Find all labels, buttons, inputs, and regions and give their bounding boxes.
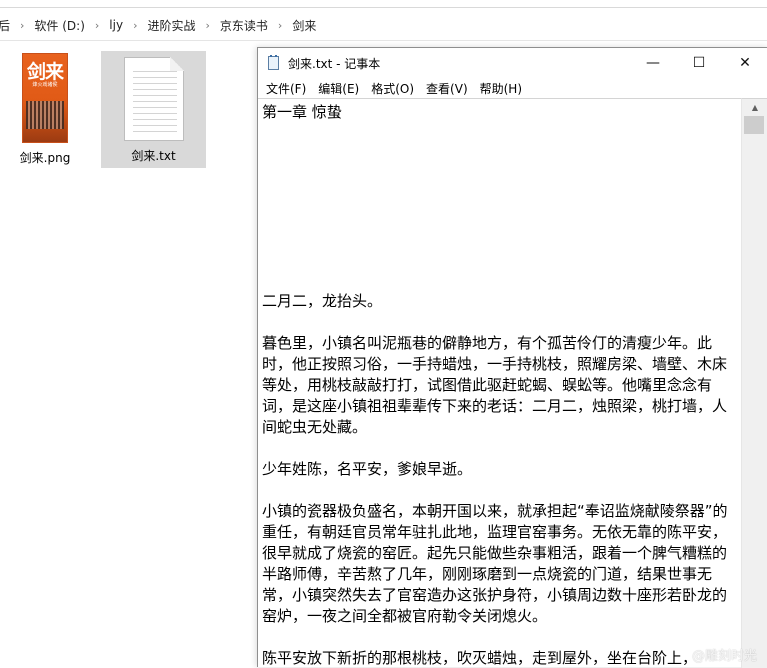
cover-subtitle: 烽火戏诸侯 bbox=[32, 82, 58, 88]
file-item-png[interactable]: 剑来 烽火戏诸侯 剑来.png bbox=[8, 53, 82, 168]
cover-title: 剑来 bbox=[26, 61, 64, 83]
image-file-icon: 剑来 烽火戏诸侯 bbox=[22, 53, 68, 143]
breadcrumb-partial[interactable]: 后 bbox=[0, 17, 14, 34]
menu-view[interactable]: 查看(V) bbox=[420, 80, 474, 97]
menu-file[interactable]: 文件(F) bbox=[260, 80, 312, 97]
scroll-thumb[interactable] bbox=[744, 116, 764, 134]
menu-bar: 文件(F) 编辑(E) 格式(O) 查看(V) 帮助(H) bbox=[258, 78, 767, 98]
text-paragraph: 暮色里，小镇名叫泥瓶巷的僻静地方，有个孤苦伶仃的清瘦少年。此时，他正按照习俗，一… bbox=[262, 334, 728, 436]
notepad-titlebar[interactable]: 剑来.txt - 记事本 — ☐ ✕ bbox=[258, 48, 767, 78]
chevron-right-icon: › bbox=[94, 18, 100, 32]
file-item-txt[interactable]: 剑来.txt bbox=[101, 51, 206, 168]
chevron-right-icon: › bbox=[133, 18, 138, 32]
explorer-address-bar[interactable]: 后 › 软件 (D:) › ljy › 进阶实战 › 京东读书 › 剑来 bbox=[0, 10, 767, 41]
text-line: 陈平安放下新折的那根桃枝，吹灭蜡烛，走到屋外，坐在台阶上， bbox=[262, 649, 698, 667]
chevron-right-icon: › bbox=[277, 18, 283, 32]
vertical-scrollbar[interactable]: ▲ bbox=[741, 98, 767, 668]
text-line: 少年姓陈，名平安，爹娘早逝。 bbox=[262, 460, 473, 478]
notepad-window: 剑来.txt - 记事本 — ☐ ✕ 文件(F) 编辑(E) 格式(O) 查看(… bbox=[257, 47, 767, 668]
text-paragraph: 小镇的瓷器极负盛名，本朝开国以来，就承担起“奉诏监烧献陵祭器”的重任，有朝廷官员… bbox=[262, 502, 728, 625]
chapter-heading: 第一章 惊蛰 bbox=[262, 103, 342, 121]
file-name: 剑来.png bbox=[19, 151, 71, 165]
file-name: 剑来.txt bbox=[131, 149, 176, 163]
menu-help[interactable]: 帮助(H) bbox=[474, 80, 528, 97]
close-button[interactable]: ✕ bbox=[722, 48, 767, 78]
menu-edit[interactable]: 编辑(E) bbox=[312, 80, 365, 97]
chevron-right-icon: › bbox=[20, 18, 25, 32]
scroll-up-arrow-icon[interactable]: ▲ bbox=[742, 99, 767, 115]
breadcrumb-drive-d[interactable]: 软件 (D:) bbox=[30, 17, 88, 34]
menu-format[interactable]: 格式(O) bbox=[365, 80, 420, 97]
breadcrumb-ljy[interactable]: ljy bbox=[105, 18, 127, 32]
text-editor[interactable]: 第一章 惊蛰 二月二，龙抬头。 暮色里，小镇名叫泥瓶巷的僻静地方，有个孤苦伶仃的… bbox=[258, 98, 742, 668]
watermark: @雕刻时光 bbox=[691, 649, 757, 664]
breadcrumb-jianlai[interactable]: 剑来 bbox=[288, 17, 320, 34]
text-line: 二月二，龙抬头。 bbox=[262, 292, 383, 310]
cover-art bbox=[26, 101, 64, 129]
breadcrumb-advanced[interactable]: 进阶实战 bbox=[143, 17, 199, 34]
chevron-right-icon: › bbox=[205, 18, 210, 32]
text-file-icon bbox=[123, 57, 184, 141]
window-title: 剑来.txt - 记事本 bbox=[288, 56, 381, 71]
maximize-button[interactable]: ☐ bbox=[676, 48, 722, 78]
minimize-button[interactable]: — bbox=[630, 48, 676, 78]
window-top-edge bbox=[0, 0, 767, 8]
breadcrumb-jd-reading[interactable]: 京东读书 bbox=[216, 17, 272, 34]
notepad-icon bbox=[266, 55, 282, 71]
